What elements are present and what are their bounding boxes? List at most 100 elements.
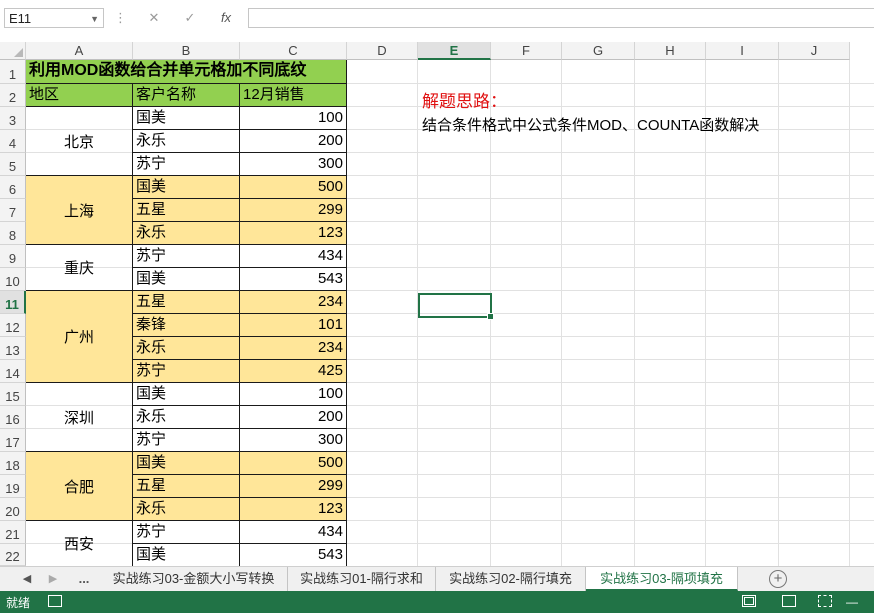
column-header-b[interactable]: B	[133, 42, 240, 60]
row-header-5[interactable]: 5	[0, 153, 26, 176]
row-header-10[interactable]: 10	[0, 268, 26, 291]
column-header-f[interactable]: F	[491, 42, 562, 60]
region-cell[interactable]: 北京	[26, 106, 133, 176]
customer-cell[interactable]: 苏宁	[132, 244, 240, 268]
row-header-16[interactable]: 16	[0, 406, 26, 429]
column-header-c[interactable]: C	[240, 42, 347, 60]
table-title[interactable]: 利用MOD函数给合并单元格加不同底纹	[26, 60, 347, 84]
column-header-e[interactable]: E	[418, 42, 491, 60]
row-header-4[interactable]: 4	[0, 130, 26, 153]
header-cell[interactable]: 12月销售	[239, 83, 347, 107]
row-header-15[interactable]: 15	[0, 383, 26, 406]
zoom-slider[interactable]: —	[846, 595, 858, 609]
sales-cell[interactable]: 425	[239, 359, 347, 383]
customer-cell[interactable]: 秦锋	[132, 313, 240, 337]
customer-cell[interactable]: 永乐	[132, 336, 240, 360]
tab-prev-icon[interactable]: ◀	[18, 567, 36, 591]
column-header-j[interactable]: J	[779, 42, 850, 60]
row-header-6[interactable]: 6	[0, 176, 26, 199]
sales-cell[interactable]: 434	[239, 244, 347, 268]
row-header-1[interactable]: 1	[0, 60, 26, 84]
sales-cell[interactable]: 299	[239, 198, 347, 222]
row-header-3[interactable]: 3	[0, 107, 26, 130]
row-header-22[interactable]: 22	[0, 544, 26, 566]
sales-cell[interactable]: 200	[239, 405, 347, 429]
active-cell-e11[interactable]	[418, 293, 494, 320]
customer-cell[interactable]: 五星	[132, 198, 240, 222]
region-cell[interactable]: 重庆	[26, 244, 133, 291]
row-header-8[interactable]: 8	[0, 222, 26, 245]
sales-cell[interactable]: 234	[239, 336, 347, 360]
row-header-21[interactable]: 21	[0, 521, 26, 544]
sales-cell[interactable]: 100	[239, 106, 347, 130]
customer-cell[interactable]: 国美	[132, 175, 240, 199]
customer-cell[interactable]: 苏宁	[132, 520, 240, 544]
header-cell[interactable]: 客户名称	[132, 83, 240, 107]
customer-cell[interactable]: 国美	[132, 543, 240, 566]
tab-sheet-3[interactable]: 实战练习02-隔行填充	[436, 567, 586, 591]
customer-cell[interactable]: 苏宁	[132, 428, 240, 452]
page-break-preview-icon[interactable]	[818, 595, 832, 607]
name-box[interactable]: E11 ▼	[4, 8, 104, 28]
row-header-12[interactable]: 12	[0, 314, 26, 337]
customer-cell[interactable]: 永乐	[132, 405, 240, 429]
customer-cell[interactable]: 国美	[132, 106, 240, 130]
column-header-h[interactable]: H	[635, 42, 706, 60]
row-header-14[interactable]: 14	[0, 360, 26, 383]
worksheet-grid[interactable]: 利用MOD函数给合并单元格加不同底纹 地区 客户名称 12月销售 北京 国美 100 永乐 20…	[26, 60, 874, 566]
region-cell[interactable]: 广州	[26, 290, 133, 383]
add-sheet-button[interactable]: +	[769, 570, 787, 588]
page-layout-icon[interactable]	[782, 595, 796, 607]
customer-cell[interactable]: 五星	[132, 290, 240, 314]
row-header-7[interactable]: 7	[0, 199, 26, 222]
region-cell[interactable]: 西安	[26, 520, 133, 566]
row-header-2[interactable]: 2	[0, 84, 26, 107]
sales-cell[interactable]: 300	[239, 428, 347, 452]
region-cell[interactable]: 深圳	[26, 382, 133, 452]
customer-cell[interactable]: 五星	[132, 474, 240, 498]
row-header-11[interactable]: 11	[0, 291, 26, 314]
region-cell[interactable]: 合肥	[26, 451, 133, 521]
sales-cell[interactable]: 299	[239, 474, 347, 498]
customer-cell[interactable]: 永乐	[132, 221, 240, 245]
sales-cell[interactable]: 200	[239, 129, 347, 153]
formula-input[interactable]	[248, 8, 874, 28]
sales-cell[interactable]: 500	[239, 451, 347, 475]
customer-cell[interactable]: 国美	[132, 382, 240, 406]
select-all-corner[interactable]	[0, 42, 26, 60]
customer-cell[interactable]: 苏宁	[132, 359, 240, 383]
row-header-13[interactable]: 13	[0, 337, 26, 360]
enter-icon[interactable]: ✓	[178, 8, 202, 28]
column-header-i[interactable]: I	[706, 42, 779, 60]
row-header-18[interactable]: 18	[0, 452, 26, 475]
insert-function-icon[interactable]: fx	[212, 8, 240, 28]
tab-sheet-4[interactable]: 实战练习03-隔项填充	[586, 567, 738, 591]
row-header-19[interactable]: 19	[0, 475, 26, 498]
tab-sheet-1[interactable]: 实战练习03-金额大小写转换	[100, 567, 288, 591]
tab-next-icon[interactable]: ▶	[44, 567, 62, 591]
macro-record-icon[interactable]	[48, 595, 62, 607]
sales-cell[interactable]: 300	[239, 152, 347, 176]
row-header-9[interactable]: 9	[0, 245, 26, 268]
sales-cell[interactable]: 500	[239, 175, 347, 199]
sales-cell[interactable]: 234	[239, 290, 347, 314]
cancel-icon[interactable]: ✕	[142, 8, 166, 28]
row-header-17[interactable]: 17	[0, 429, 26, 452]
column-header-a[interactable]: A	[26, 42, 133, 60]
customer-cell[interactable]: 国美	[132, 267, 240, 291]
column-header-g[interactable]: G	[562, 42, 635, 60]
chevron-down-icon[interactable]: ▼	[90, 9, 99, 29]
normal-view-icon[interactable]	[742, 595, 756, 607]
fill-handle[interactable]	[487, 313, 494, 320]
region-cell[interactable]: 上海	[26, 175, 133, 245]
sales-cell[interactable]: 100	[239, 382, 347, 406]
sales-cell[interactable]: 123	[239, 497, 347, 521]
sales-cell[interactable]: 543	[239, 543, 347, 566]
sales-cell[interactable]: 543	[239, 267, 347, 291]
customer-cell[interactable]: 永乐	[132, 129, 240, 153]
customer-cell[interactable]: 永乐	[132, 497, 240, 521]
row-header-20[interactable]: 20	[0, 498, 26, 521]
header-cell[interactable]: 地区	[26, 83, 133, 107]
customer-cell[interactable]: 苏宁	[132, 152, 240, 176]
tab-more-button[interactable]: ...	[70, 567, 98, 591]
